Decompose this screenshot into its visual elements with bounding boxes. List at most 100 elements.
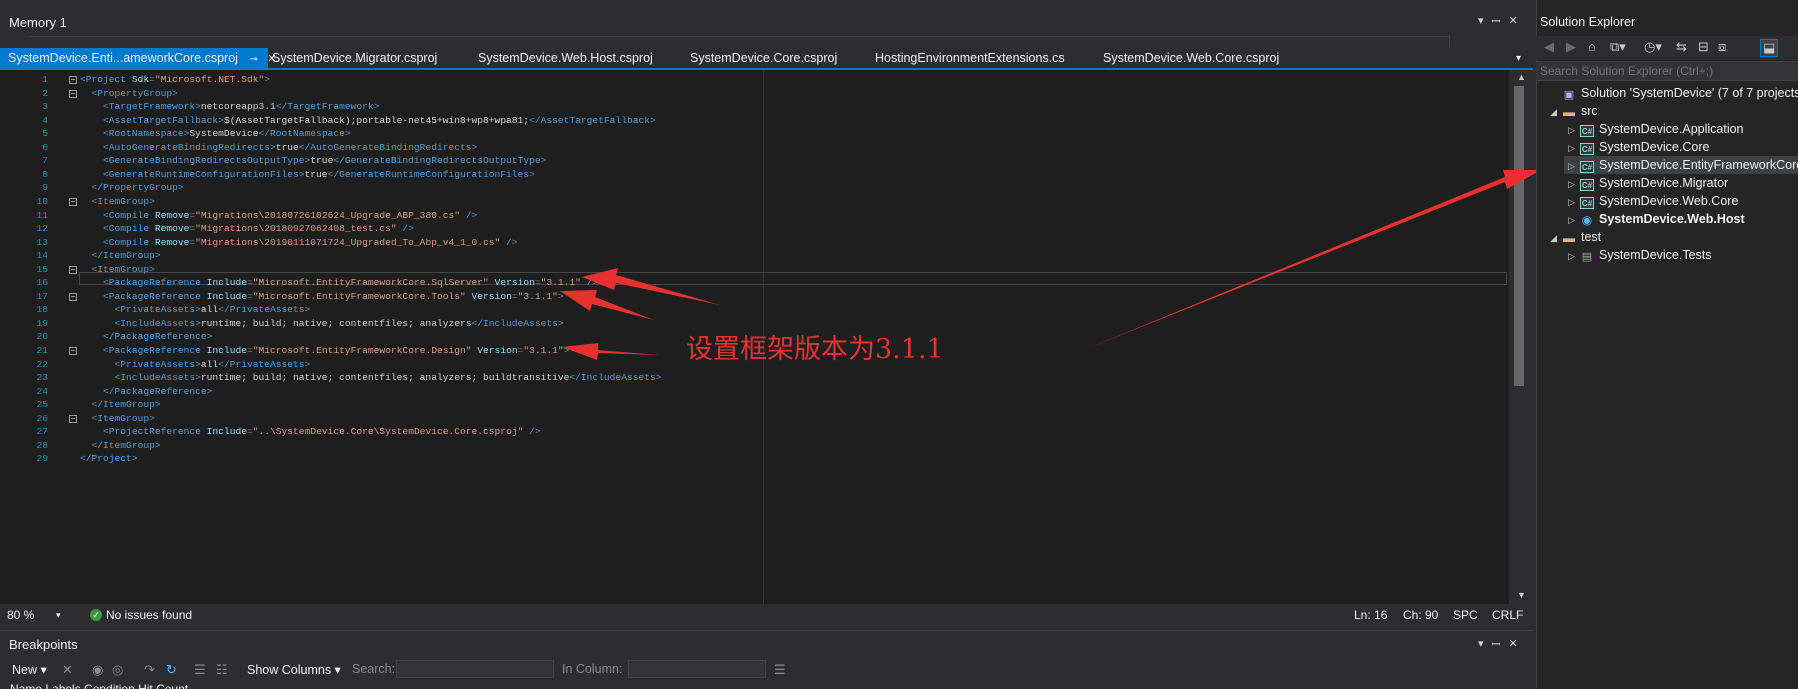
code-line[interactable]: <ItemGroup>: [80, 413, 155, 424]
expand-caret-icon[interactable]: ◢: [1550, 103, 1562, 121]
tab-hosting-environment-extensions-cs[interactable]: HostingEnvironmentExtensions.cs: [875, 48, 1065, 69]
pin-icon[interactable]: ꟷ: [1492, 637, 1501, 652]
tab-web-core-csproj[interactable]: SystemDevice.Web.Core.csproj: [1103, 48, 1279, 69]
filter-icon[interactable]: ☰: [774, 662, 786, 678]
new-breakpoint-button[interactable]: New ▾: [12, 662, 47, 677]
solution-explorer-search-input[interactable]: [1540, 63, 1790, 79]
tree-item[interactable]: ▷ ▤ SystemDevice.Tests: [1564, 246, 1798, 264]
zoom-level[interactable]: 80 %: [7, 608, 34, 622]
code-line[interactable]: <Compile Remove="Migrations\201807261026…: [80, 210, 477, 221]
expand-caret-icon[interactable]: ▷: [1568, 175, 1580, 193]
export-icon[interactable]: ☷: [216, 662, 228, 678]
pin-icon[interactable]: ꟷ: [1492, 14, 1501, 29]
code-line[interactable]: <Compile Remove="Migrations\201809270624…: [80, 223, 414, 234]
tree-item[interactable]: ▷ C# SystemDevice.EntityFrameworkCore: [1564, 156, 1798, 174]
tab-web-host-csproj[interactable]: SystemDevice.Web.Host.csproj: [478, 48, 653, 69]
sync-icon[interactable]: ⇆: [1676, 39, 1687, 55]
code-line[interactable]: <GenerateRuntimeConfigurationFiles>true<…: [80, 169, 535, 180]
fold-toggle-icon[interactable]: −: [69, 265, 77, 274]
code-line[interactable]: <AutoGenerateBindingRedirects>true</Auto…: [80, 142, 477, 153]
back-icon[interactable]: ◀: [1544, 39, 1554, 55]
tree-item[interactable]: ▷ ◉ SystemDevice.Web.Host: [1564, 210, 1798, 228]
code-line[interactable]: <Project Sdk="Microsoft.NET.Sdk">: [80, 74, 270, 85]
expand-caret-icon[interactable]: ▷: [1568, 121, 1580, 139]
pending-changes-icon[interactable]: ◷▾: [1644, 39, 1662, 55]
code-line[interactable]: <PrivateAssets>all</PrivateAssets>: [80, 359, 311, 370]
code-line[interactable]: </ItemGroup>: [80, 440, 161, 451]
code-line[interactable]: <PackageReference Include="Microsoft.Ent…: [80, 345, 569, 356]
code-line[interactable]: <PackageReference Include="Microsoft.Ent…: [80, 277, 598, 288]
code-line[interactable]: </PackageReference>: [80, 331, 212, 342]
code-line[interactable]: <ItemGroup>: [80, 196, 155, 207]
fold-toggle-icon[interactable]: −: [69, 89, 77, 98]
expand-caret-icon[interactable]: ▷: [1568, 211, 1580, 229]
tree-item[interactable]: ▣ Solution 'SystemDevice' (7 of 7 project…: [1546, 84, 1798, 102]
zoom-dropdown-icon[interactable]: ▾: [56, 610, 61, 621]
delete-icon[interactable]: ✕: [62, 662, 73, 678]
code-line[interactable]: <GenerateBindingRedirectsOutputType>true…: [80, 155, 546, 166]
code-line[interactable]: <ItemGroup>: [80, 264, 155, 275]
tab-list-dropdown-icon[interactable]: ▾: [1516, 48, 1521, 69]
tree-item[interactable]: ◢ ▬ src: [1546, 102, 1798, 120]
tab-core-csproj[interactable]: SystemDevice.Core.csproj: [690, 48, 837, 69]
undo-icon[interactable]: ↷: [144, 662, 155, 678]
collapse-all-icon[interactable]: ⊟: [1698, 39, 1709, 55]
tree-item[interactable]: ▷ C# SystemDevice.Web.Core: [1564, 192, 1798, 210]
code-line[interactable]: <RootNamespace>SystemDevice</RootNamespa…: [80, 128, 351, 139]
issues-status[interactable]: No issues found: [106, 608, 192, 622]
code-line[interactable]: <IncludeAssets>runtime; build; native; c…: [80, 318, 564, 329]
show-columns-button[interactable]: Show Columns ▾: [247, 662, 341, 677]
close-icon[interactable]: ✕: [1509, 637, 1518, 652]
code-line[interactable]: <TargetFramework>netcoreapp3.1</TargetFr…: [80, 101, 379, 112]
tree-item[interactable]: ▷ C# SystemDevice.Application: [1564, 120, 1798, 138]
scrollbar-thumb[interactable]: [1514, 86, 1524, 386]
close-icon[interactable]: ✕: [1509, 14, 1518, 29]
preview-icon[interactable]: ⬓: [1760, 39, 1779, 57]
expand-caret-icon[interactable]: ▷: [1568, 193, 1580, 211]
disable-all-icon[interactable]: ◎: [112, 662, 123, 678]
switch-views-icon[interactable]: ⧉▾: [1610, 39, 1626, 55]
expand-caret-icon[interactable]: ▷: [1568, 157, 1580, 175]
fold-toggle-icon[interactable]: −: [69, 292, 77, 301]
code-line[interactable]: </Project>: [80, 453, 138, 464]
tab-migrator-csproj[interactable]: SystemDevice.Migrator.csproj: [272, 48, 437, 69]
tree-item[interactable]: ◢ ▬ test: [1546, 228, 1798, 246]
code-line[interactable]: <ProjectReference Include="..\SystemDevi…: [80, 426, 541, 437]
code-line[interactable]: </ItemGroup>: [80, 399, 161, 410]
tab-entityframeworkcore-csproj[interactable]: SystemDevice.Enti...ameworkCore.csproj ⊸…: [0, 48, 277, 69]
show-all-files-icon[interactable]: ⧈: [1718, 39, 1726, 55]
in-column-combo[interactable]: [628, 660, 766, 678]
toggle-all-icon[interactable]: ◉: [92, 662, 103, 678]
code-line[interactable]: <AssetTargetFallback>$(AssetTargetFallba…: [80, 115, 656, 126]
scroll-down-icon[interactable]: ▼: [1517, 590, 1526, 600]
code-line[interactable]: </PackageReference>: [80, 386, 212, 397]
code-line[interactable]: <Compile Remove="Migrations\201901110717…: [80, 237, 518, 248]
code-line[interactable]: <PackageReference Include="Microsoft.Ent…: [80, 291, 564, 302]
import-icon[interactable]: ☰: [194, 662, 206, 678]
refresh-icon[interactable]: ↻: [166, 662, 177, 678]
search-combo[interactable]: [396, 660, 554, 678]
pin-icon[interactable]: ⊸: [249, 54, 257, 65]
tree-item[interactable]: ▷ C# SystemDevice.Migrator: [1564, 174, 1798, 192]
tree-item[interactable]: ▷ C# SystemDevice.Core: [1564, 138, 1798, 156]
fold-toggle-icon[interactable]: −: [69, 347, 77, 355]
code-line[interactable]: <PropertyGroup>: [80, 88, 178, 99]
fold-toggle-icon[interactable]: −: [69, 414, 77, 423]
home-icon[interactable]: ⌂: [1588, 39, 1596, 54]
expand-caret-icon[interactable]: ▷: [1568, 139, 1580, 157]
breakpoints-column-headers[interactable]: Name Labels Condition Hit Count: [10, 682, 188, 689]
code-line[interactable]: </PropertyGroup>: [80, 182, 184, 193]
scroll-up-icon[interactable]: ▲: [1517, 72, 1526, 82]
forward-icon[interactable]: ▶: [1566, 39, 1576, 55]
code-line[interactable]: </ItemGroup>: [80, 250, 161, 261]
expand-caret-icon[interactable]: ▷: [1568, 247, 1580, 265]
expand-caret-icon[interactable]: ◢: [1550, 229, 1562, 247]
code-line[interactable]: <IncludeAssets>runtime; build; native; c…: [80, 372, 662, 383]
dropdown-icon[interactable]: ▾: [1478, 637, 1484, 652]
line-ending-indicator[interactable]: CRLF: [1492, 608, 1523, 622]
dropdown-icon[interactable]: ▾: [1478, 14, 1484, 29]
code-line[interactable]: <PrivateAssets>all</PrivateAssets>: [80, 304, 311, 315]
fold-toggle-icon[interactable]: −: [69, 197, 77, 206]
fold-toggle-icon[interactable]: −: [69, 76, 77, 84]
whitespace-indicator[interactable]: SPC: [1453, 608, 1478, 622]
